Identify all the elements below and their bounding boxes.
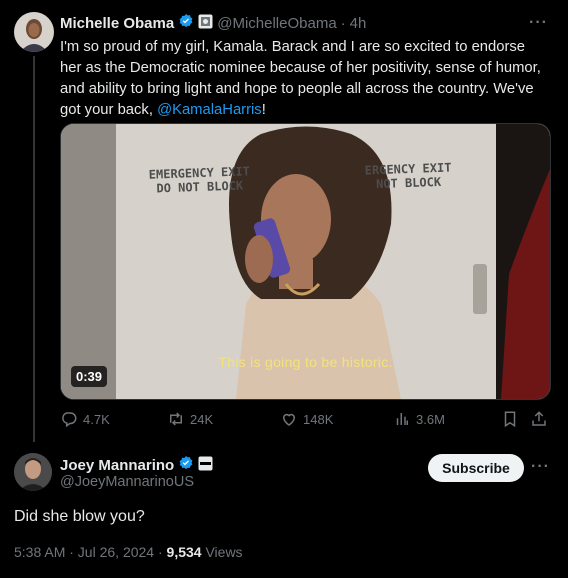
more-options-icon[interactable]: ···: [529, 14, 548, 32]
reply-icon: [62, 412, 77, 428]
share-icon: [532, 411, 546, 426]
like-button[interactable]: 148K: [280, 410, 333, 428]
separator-dot: ·: [340, 14, 346, 32]
share-button[interactable]: [530, 410, 548, 428]
reply-text: Did she blow you?: [14, 508, 145, 525]
video-caption: This is going to be historic.: [218, 354, 393, 370]
parent-tweet-header: Michelle Obama @MichelleObama · 4h: [60, 14, 366, 32]
subscribe-button[interactable]: Subscribe: [428, 454, 524, 482]
tweet-text: I'm so proud of my girl, Kamala. Barack …: [60, 37, 550, 121]
verified-badge-icon: [178, 455, 194, 475]
reply-header: Joey Mannarino: [60, 455, 213, 475]
heart-icon: [282, 413, 296, 426]
bookmark-icon: [504, 411, 516, 428]
video-duration: 0:39: [71, 366, 108, 387]
mention-link[interactable]: @KamalaHarris: [157, 102, 262, 118]
reply-more-options-icon[interactable]: ···: [531, 458, 550, 476]
thread-line: [33, 56, 35, 442]
video-player[interactable]: EMERGENCY EXIT DO NOT BLOCK ERGENCY EXIT…: [60, 123, 551, 400]
reply-author-name[interactable]: Joey Mannarino: [60, 457, 174, 474]
reply-button[interactable]: 4.7K: [60, 410, 110, 428]
views-button[interactable]: 3.6M: [393, 410, 445, 428]
reply-timestamp[interactable]: 5:38 AM · Jul 26, 2024 ·: [14, 544, 167, 560]
repost-count: 24K: [190, 411, 214, 427]
bookmark-button[interactable]: [501, 410, 519, 428]
emergency-exit-sign-right: ERGENCY EXIT NOT BLOCK: [365, 160, 453, 191]
tweet-time[interactable]: 4h: [350, 15, 367, 32]
emergency-exit-sign-left: EMERGENCY EXIT DO NOT BLOCK: [149, 164, 251, 196]
reply-author-handle[interactable]: @JoeyMannarinoUS: [60, 474, 194, 490]
repost-button[interactable]: 24K: [167, 410, 213, 428]
repost-icon: [170, 412, 182, 426]
avatar-joey-mannarino[interactable]: [14, 453, 52, 491]
reply-view-count: 9,534: [166, 544, 202, 560]
author-handle[interactable]: @MichelleObama: [217, 15, 336, 32]
tweet-text-end: !: [261, 102, 266, 118]
affiliate-badge-icon: [198, 456, 213, 475]
action-bar: 4.7K 24K 148K 3.6M: [60, 410, 549, 430]
tweet-text-body: I'm so proud of my girl, Kamala. Barack …: [60, 39, 541, 118]
reply-views-label: Views: [201, 544, 243, 560]
avatar-michelle-obama[interactable]: [14, 12, 54, 52]
like-count: 148K: [303, 411, 334, 427]
author-name[interactable]: Michelle Obama: [60, 15, 174, 32]
views-chart-icon: [396, 413, 408, 425]
reply-count: 4.7K: [83, 411, 110, 427]
verified-badge-icon: [178, 13, 194, 33]
reply-meta: 5:38 AM · Jul 26, 2024 · 9,534 Views: [14, 544, 243, 560]
government-badge-icon: [198, 14, 213, 33]
view-count: 3.6M: [416, 411, 445, 427]
